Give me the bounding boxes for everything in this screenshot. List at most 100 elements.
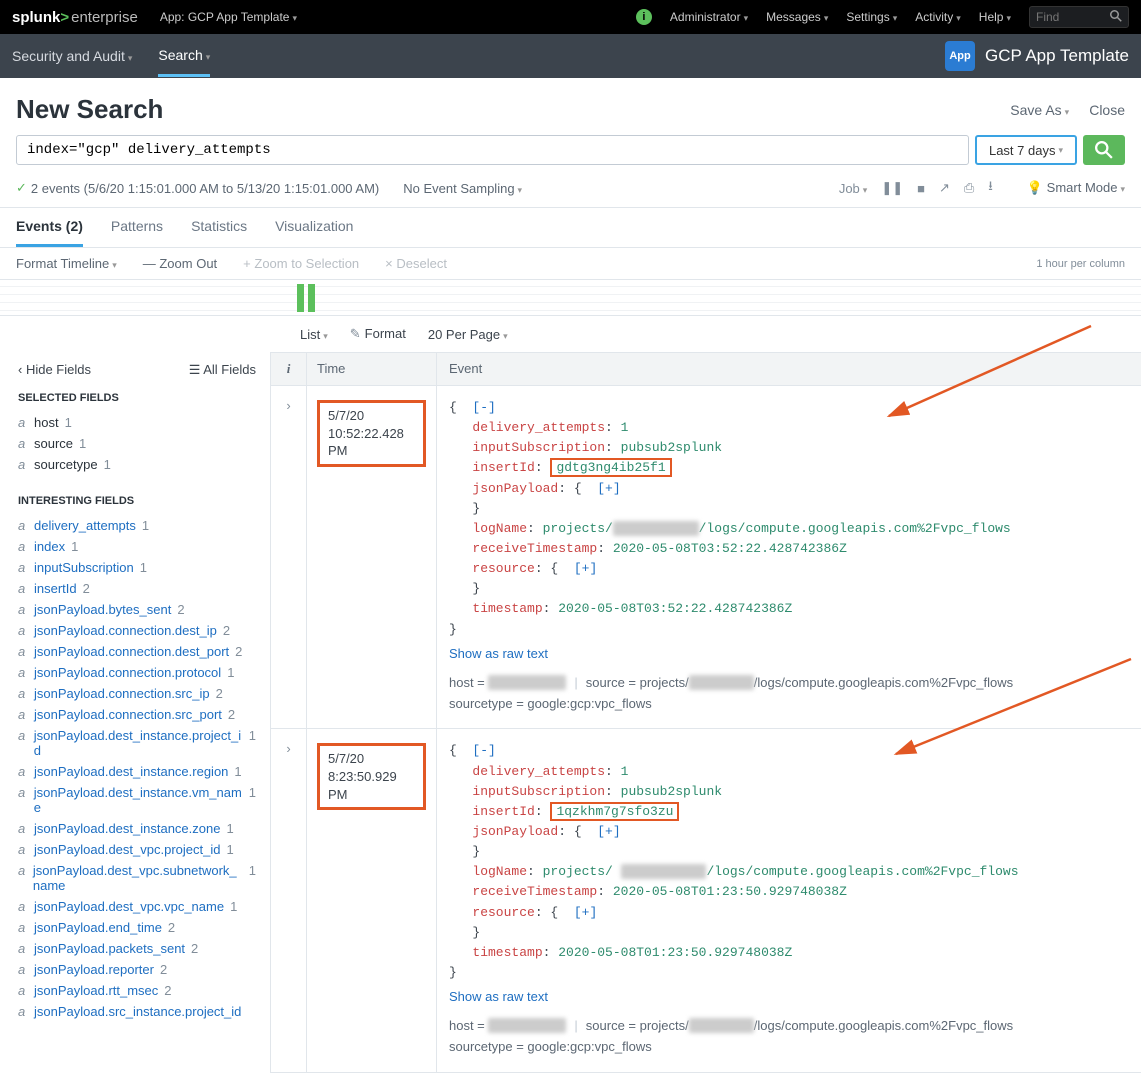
close-button[interactable]: Close (1089, 102, 1125, 118)
field-row[interactable]: ajsonPayload.dest_vpc.vpc_name1 (18, 896, 256, 917)
nav-search[interactable]: Search (158, 36, 210, 77)
print-icon[interactable]: ⎙ (964, 180, 974, 196)
field-row[interactable]: ajsonPayload.src_instance.project_id (18, 1001, 256, 1022)
brand-gt: > (60, 9, 69, 26)
info-icon[interactable]: i (636, 9, 652, 25)
fields-panel: ‹ Hide Fields ☰ All Fields SELECTED FIEL… (0, 352, 270, 1073)
field-row[interactable]: aindex1 (18, 536, 256, 557)
expand-icon[interactable]: › (271, 729, 307, 1071)
sampling-dropdown[interactable]: No Event Sampling (403, 181, 522, 196)
search-button[interactable] (1083, 135, 1125, 165)
field-row[interactable]: ajsonPayload.connection.src_ip2 (18, 683, 256, 704)
field-row[interactable]: ajsonPayload.dest_vpc.subnetwork_name1 (18, 860, 256, 896)
timeline-viz[interactable] (0, 280, 1141, 316)
pause-icon[interactable]: ❚❚ (881, 180, 903, 196)
smart-mode[interactable]: 💡 Smart Mode (1027, 180, 1125, 196)
timeline-bar[interactable] (308, 284, 315, 312)
field-row[interactable]: ajsonPayload.dest_instance.zone1 (18, 818, 256, 839)
timeline-bar[interactable] (297, 284, 304, 312)
col-event: Event (437, 353, 1141, 385)
events-summary: 2 events (5/6/20 1:15:01.000 AM to 5/13/… (31, 181, 379, 196)
zoom-out[interactable]: — Zoom Out (143, 256, 217, 271)
field-row[interactable]: ajsonPayload.dest_vpc.project_id1 (18, 839, 256, 860)
app-selector[interactable]: App: GCP App Template (160, 10, 297, 24)
pencil-icon: ✎ (350, 326, 361, 341)
menu-help[interactable]: Help (979, 10, 1011, 24)
field-row[interactable]: ajsonPayload.dest_instance.region1 (18, 761, 256, 782)
field-row[interactable]: adelivery_attempts1 (18, 515, 256, 536)
tab-events[interactable]: Events (2) (16, 218, 83, 247)
format-timeline[interactable]: Format Timeline (16, 256, 117, 271)
app-title: GCP App Template (985, 46, 1129, 66)
job-menu[interactable]: Job (839, 181, 868, 196)
field-row[interactable]: ajsonPayload.reporter2 (18, 959, 256, 980)
per-page-dropdown[interactable]: 20 Per Page (428, 327, 508, 342)
share-icon[interactable]: ↗ (939, 180, 950, 196)
hide-fields[interactable]: ‹ Hide Fields (18, 362, 91, 378)
find-input[interactable] (1036, 10, 1106, 24)
event-body: { [-] delivery_attempts: 1 inputSubscrip… (437, 729, 1141, 1071)
field-row[interactable]: ajsonPayload.connection.dest_ip2 (18, 620, 256, 641)
download-icon[interactable]: ⭳ (988, 177, 993, 199)
collapse-icon[interactable]: [-] (472, 400, 495, 415)
find-box[interactable] (1029, 6, 1129, 28)
list-controls: List ✎Format 20 Per Page (0, 316, 1141, 352)
stop-icon[interactable]: ■ (917, 181, 925, 196)
expand-icon[interactable]: [+] (574, 905, 597, 920)
field-row[interactable]: ajsonPayload.packets_sent2 (18, 938, 256, 959)
field-row[interactable]: asourcetype1 (18, 454, 256, 475)
app-bar: Security and Audit Search App GCP App Te… (0, 34, 1141, 78)
expand-icon[interactable]: › (271, 386, 307, 728)
field-row[interactable]: ajsonPayload.dest_instance.vm_name1 (18, 782, 256, 818)
field-row[interactable]: ajsonPayload.dest_instance.project_id1 (18, 725, 256, 761)
field-row[interactable]: ajsonPayload.connection.protocol1 (18, 662, 256, 683)
event-body: { [-] delivery_attempts: 1 inputSubscrip… (437, 386, 1141, 728)
main-wrap: ‹ Hide Fields ☰ All Fields SELECTED FIEL… (0, 352, 1141, 1073)
field-row[interactable]: ajsonPayload.end_time2 (18, 917, 256, 938)
field-row[interactable]: ajsonPayload.connection.src_port2 (18, 704, 256, 725)
zoom-to-selection: + Zoom to Selection (243, 256, 359, 271)
global-topbar: splunk>enterprise App: GCP App Template … (0, 0, 1141, 34)
menu-messages[interactable]: Messages (766, 10, 828, 24)
time-picker[interactable]: Last 7 days (975, 135, 1077, 165)
info-row: ✓ 2 events (5/6/20 1:15:01.000 AM to 5/1… (0, 173, 1141, 208)
nav-security-audit[interactable]: Security and Audit (12, 37, 132, 75)
field-row[interactable]: ajsonPayload.bytes_sent2 (18, 599, 256, 620)
search-input[interactable] (27, 142, 958, 158)
all-fields[interactable]: ☰ All Fields (189, 362, 256, 378)
expand-icon[interactable]: [+] (597, 824, 620, 839)
field-row[interactable]: ajsonPayload.connection.dest_port2 (18, 641, 256, 662)
event-time: 5/7/2010:52:22.428 PM (307, 386, 437, 728)
show-raw-text[interactable]: Show as raw text (449, 644, 548, 664)
collapse-icon[interactable]: [-] (472, 743, 495, 758)
menu-settings[interactable]: Settings (846, 10, 897, 24)
col-time[interactable]: Time (307, 353, 437, 385)
menu-administrator[interactable]: Administrator (670, 10, 748, 24)
list-toggle[interactable]: List (300, 327, 328, 342)
field-row[interactable]: ahost1 (18, 412, 256, 433)
field-row[interactable]: asource1 (18, 433, 256, 454)
tab-statistics[interactable]: Statistics (191, 218, 247, 247)
field-row[interactable]: ainputSubscription1 (18, 557, 256, 578)
tab-visualization[interactable]: Visualization (275, 218, 353, 247)
title-row: New Search Save As Close (0, 78, 1141, 135)
expand-icon[interactable]: [+] (574, 561, 597, 576)
deselect: × Deselect (385, 256, 447, 271)
search-box[interactable] (16, 135, 969, 165)
event-meta: host = xxxxxxxxxxxx|source = projects/xx… (449, 673, 1129, 715)
menu-activity[interactable]: Activity (915, 10, 961, 24)
search-icon[interactable] (1110, 10, 1122, 25)
tab-patterns[interactable]: Patterns (111, 218, 163, 247)
save-as-button[interactable]: Save As (1010, 102, 1069, 118)
field-row[interactable]: ajsonPayload.rtt_msec2 (18, 980, 256, 1001)
format-toggle[interactable]: ✎Format (350, 326, 406, 342)
field-row[interactable]: ainsertId2 (18, 578, 256, 599)
brand-left: splunk (12, 9, 60, 26)
event-time: 5/7/208:23:50.929 PM (307, 729, 437, 1071)
events-header: i Time Event (271, 352, 1141, 386)
expand-icon[interactable]: [+] (597, 481, 620, 496)
timeline-controls: Format Timeline — Zoom Out + Zoom to Sel… (0, 248, 1141, 280)
show-raw-text[interactable]: Show as raw text (449, 987, 548, 1007)
result-tabs: Events (2) Patterns Statistics Visualiza… (0, 208, 1141, 248)
page-title: New Search (16, 94, 163, 125)
